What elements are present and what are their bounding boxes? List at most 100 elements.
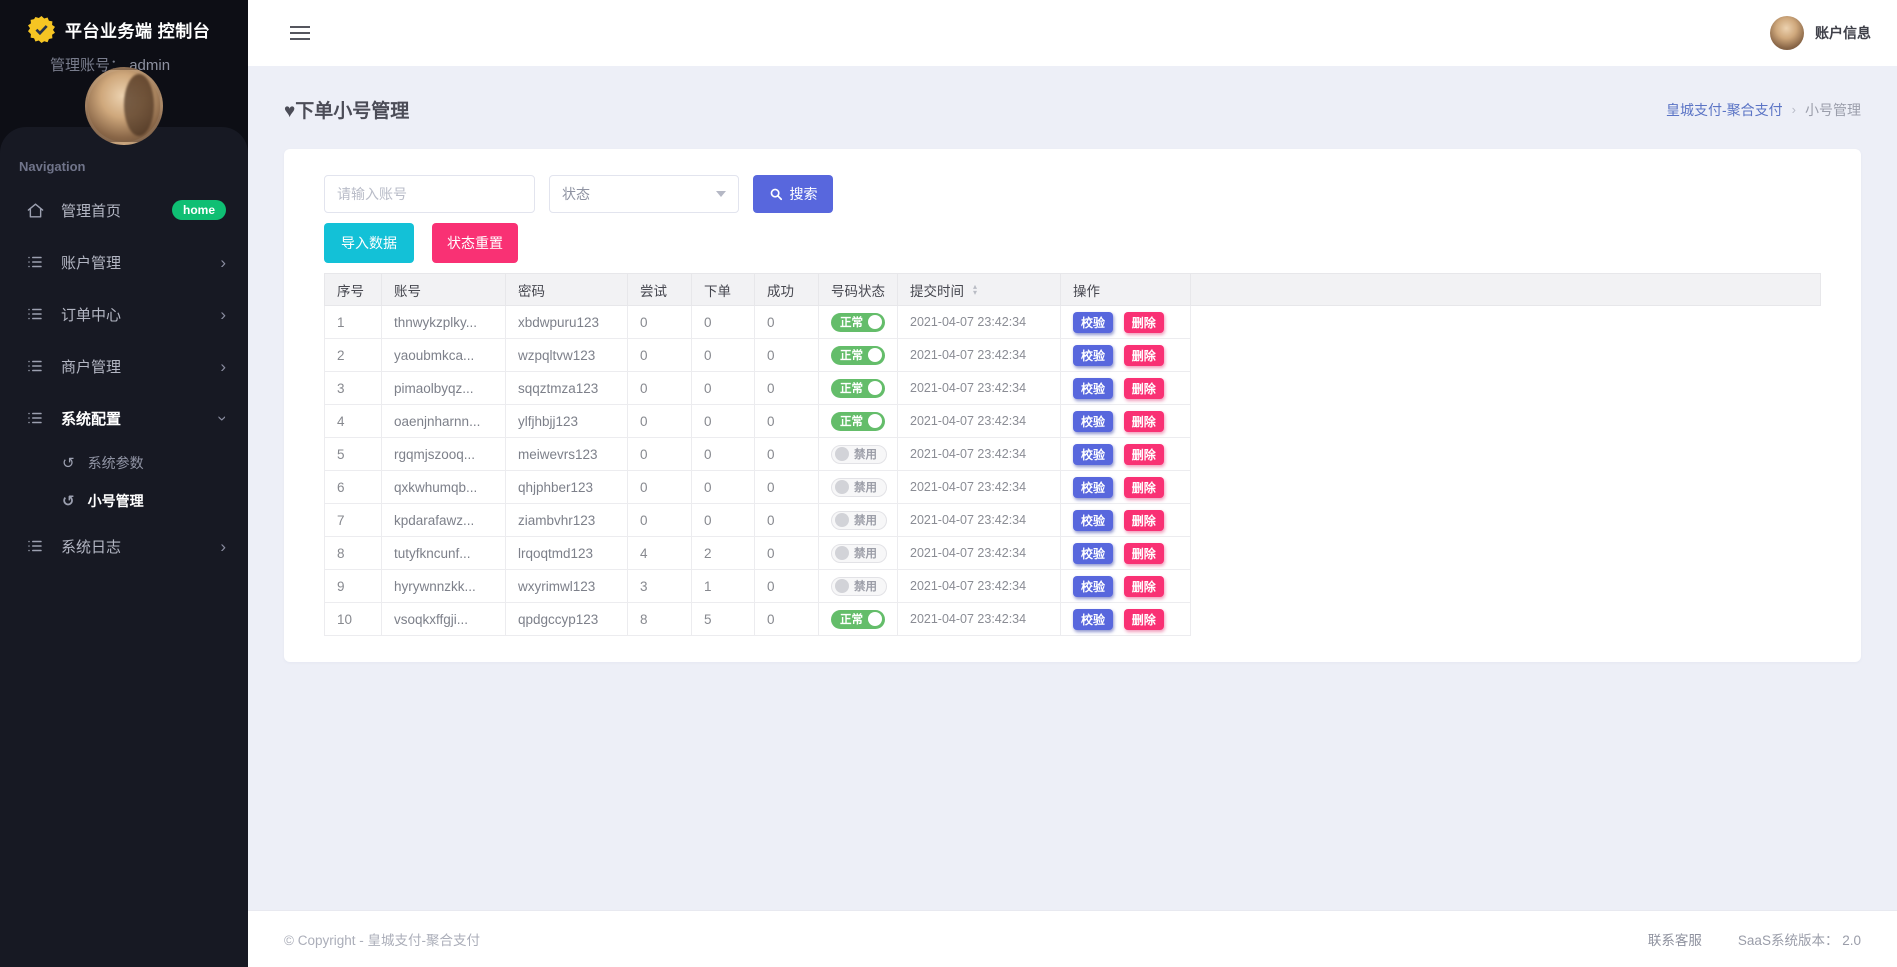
cell-no: 9	[325, 570, 382, 603]
cell-time: 2021-04-07 23:42:34	[898, 339, 1061, 372]
sidebar-item-label: 系统日志	[61, 536, 121, 557]
cell-password: xbdwpuru123	[506, 306, 628, 339]
cell-success: 0	[755, 504, 819, 537]
cell-try: 3	[628, 570, 692, 603]
status-toggle[interactable]: 禁用	[831, 511, 887, 530]
delete-button[interactable]: 删除	[1124, 609, 1164, 630]
cell-filler	[1191, 405, 1821, 438]
cell-order: 5	[692, 603, 755, 636]
toggle-knob-icon	[835, 480, 849, 494]
cell-order: 1	[692, 570, 755, 603]
account-search-input[interactable]	[324, 175, 535, 213]
status-select[interactable]: 状态	[549, 175, 739, 213]
table-row: 8 tutyfkncunf... lrqoqtmd123 4 2 0 禁用 20…	[325, 537, 1821, 570]
sidebar-item-system-logs[interactable]: 系统日志 ›	[0, 520, 248, 572]
home-icon	[25, 200, 45, 220]
cell-time: 2021-04-07 23:42:34	[898, 504, 1061, 537]
verify-button[interactable]: 校验	[1073, 411, 1113, 432]
verify-button[interactable]: 校验	[1073, 609, 1113, 630]
search-button[interactable]: 搜索	[753, 175, 833, 213]
select-caret-icon	[716, 191, 726, 197]
cell-order: 0	[692, 438, 755, 471]
cell-account: kpdarafawz...	[382, 504, 506, 537]
list-icon	[25, 408, 45, 428]
delete-button[interactable]: 删除	[1124, 411, 1164, 432]
topbar: 账户信息	[248, 0, 1897, 66]
header-actions: 操作	[1061, 274, 1191, 306]
delete-button[interactable]: 删除	[1124, 510, 1164, 531]
status-select-value: 状态	[562, 184, 590, 204]
sidebar-menu: 管理首页 home 账户管理 › 订单中心 ›	[0, 184, 248, 572]
status-toggle[interactable]: 正常	[831, 379, 885, 398]
delete-button[interactable]: 删除	[1124, 576, 1164, 597]
status-toggle-label: 禁用	[854, 545, 877, 561]
verify-button[interactable]: 校验	[1073, 378, 1113, 399]
status-toggle[interactable]: 禁用	[831, 445, 887, 464]
status-reset-button[interactable]: 状态重置	[432, 223, 518, 263]
delete-button[interactable]: 删除	[1124, 345, 1164, 366]
delete-button[interactable]: 删除	[1124, 312, 1164, 333]
sidebar-item-label: 账户管理	[61, 252, 121, 273]
toggle-knob-icon	[835, 546, 849, 560]
delete-button[interactable]: 删除	[1124, 378, 1164, 399]
cell-success: 0	[755, 570, 819, 603]
status-toggle[interactable]: 正常	[831, 610, 885, 629]
status-toggle[interactable]: 禁用	[831, 577, 887, 596]
contact-support-link[interactable]: 联系客服	[1648, 929, 1702, 949]
verify-button[interactable]: 校验	[1073, 543, 1113, 564]
status-toggle[interactable]: 禁用	[831, 478, 887, 497]
cell-try: 0	[628, 306, 692, 339]
sidebar-subitem-system-params[interactable]: ↺ 系统参数	[0, 444, 248, 482]
cell-actions: 校验 删除	[1061, 339, 1191, 372]
sidebar-item-label: 订单中心	[61, 304, 121, 325]
cell-status: 禁用	[819, 570, 898, 603]
status-toggle[interactable]: 正常	[831, 313, 885, 332]
verify-button[interactable]: 校验	[1073, 444, 1113, 465]
verify-button[interactable]: 校验	[1073, 312, 1113, 333]
verify-button[interactable]: 校验	[1073, 510, 1113, 531]
cell-try: 0	[628, 504, 692, 537]
list-icon	[25, 252, 45, 272]
verify-button[interactable]: 校验	[1073, 477, 1113, 498]
delete-button[interactable]: 删除	[1124, 444, 1164, 465]
cell-account: hyrywnnzkk...	[382, 570, 506, 603]
status-toggle-label: 正常	[840, 347, 863, 363]
status-toggle[interactable]: 正常	[831, 412, 885, 431]
sidebar-item-system-config[interactable]: 系统配置 ›	[0, 392, 248, 444]
cell-password: sqqztmza123	[506, 372, 628, 405]
verify-button[interactable]: 校验	[1073, 576, 1113, 597]
status-toggle[interactable]: 禁用	[831, 544, 887, 563]
header-account: 账号	[382, 274, 506, 306]
circular-arrow-icon: ↺	[62, 492, 75, 510]
cell-no: 3	[325, 372, 382, 405]
breadcrumb-root-link[interactable]: 皇城支付-聚合支付	[1666, 100, 1783, 120]
sidebar-item-orders[interactable]: 订单中心 ›	[0, 288, 248, 340]
cell-try: 0	[628, 372, 692, 405]
status-toggle-label: 正常	[840, 611, 863, 627]
sidebar-item-merchants[interactable]: 商户管理 ›	[0, 340, 248, 392]
account-info-button[interactable]: 账户信息	[1770, 16, 1871, 50]
delete-button[interactable]: 删除	[1124, 543, 1164, 564]
status-toggle[interactable]: 正常	[831, 346, 885, 365]
toggle-knob-icon	[868, 348, 882, 362]
content-area: ♥下单小号管理 皇城支付-聚合支付 › 小号管理 状态 搜索	[248, 66, 1897, 910]
cell-filler	[1191, 339, 1821, 372]
app-title: 平台业务端 控制台	[65, 17, 210, 42]
sidebar-item-home[interactable]: 管理首页 home	[0, 184, 248, 236]
chevron-right-icon: ›	[220, 538, 226, 555]
cell-password: wxyrimwl123	[506, 570, 628, 603]
cell-status: 禁用	[819, 504, 898, 537]
cell-filler	[1191, 471, 1821, 504]
header-submit-time: 提交时间 ▴▾	[898, 274, 1061, 306]
delete-button[interactable]: 删除	[1124, 477, 1164, 498]
verify-button[interactable]: 校验	[1073, 345, 1113, 366]
cell-account: rgqmjszooq...	[382, 438, 506, 471]
hamburger-menu-icon[interactable]	[290, 26, 310, 40]
table-row: 7 kpdarafawz... ziambvhr123 0 0 0 禁用 202…	[325, 504, 1821, 537]
cell-success: 0	[755, 405, 819, 438]
sidebar-subitem-alt-accounts[interactable]: ↺ 小号管理	[0, 482, 248, 520]
sort-icon[interactable]: ▴▾	[973, 284, 977, 296]
sidebar-item-accounts[interactable]: 账户管理 ›	[0, 236, 248, 288]
search-button-label: 搜索	[790, 184, 818, 204]
import-data-button[interactable]: 导入数据	[324, 223, 414, 263]
